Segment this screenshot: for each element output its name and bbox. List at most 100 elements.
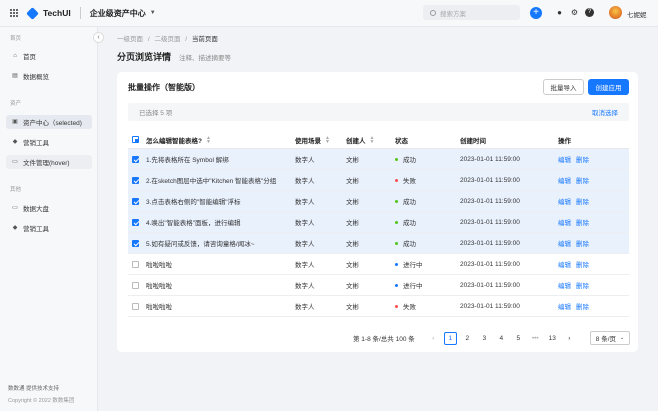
- delete-link[interactable]: 删除: [576, 175, 589, 185]
- checkbox[interactable]: [132, 260, 139, 268]
- sidebar-item-overview[interactable]: ▤ 数据概览: [6, 69, 92, 83]
- sidebar-item-home[interactable]: ⌂ 首页: [6, 49, 92, 63]
- cell-time: 2023-01-01 11:59:00: [460, 176, 520, 184]
- edit-link[interactable]: 编辑: [558, 259, 571, 269]
- sidebar-item-label: 文件管理(hover): [23, 160, 70, 167]
- checkbox[interactable]: [132, 197, 139, 205]
- add-icon[interactable]: +: [530, 7, 542, 19]
- sidebar-item-dashboard[interactable]: ▭ 数据大盘: [6, 201, 92, 215]
- delete-link[interactable]: 删除: [576, 238, 589, 248]
- table-row[interactable]: 啦啦啦啦 数字人 文彬 进行中 2023-01-01 11:59:00 编辑 删除: [128, 254, 629, 275]
- sidebar-item-marketing-2[interactable]: ◆ 营销工具: [6, 221, 92, 235]
- table-card: 批量操作（智能版） 批量导入 创建应用 已选择 5 项 取消选择 怎么编辑智能表…: [117, 72, 638, 352]
- app-title[interactable]: 企业级资产中心: [90, 8, 146, 19]
- checkbox[interactable]: [132, 302, 139, 310]
- delete-link[interactable]: 删除: [576, 154, 589, 164]
- sort-icon[interactable]: ▲ ▼: [370, 135, 375, 144]
- checkbox[interactable]: [132, 155, 139, 163]
- header-name[interactable]: 怎么编辑智能表格? ▲ ▼: [146, 131, 211, 148]
- edit-link[interactable]: 编辑: [558, 196, 571, 206]
- edit-link[interactable]: 编辑: [558, 154, 571, 164]
- row-checkbox[interactable]: [132, 275, 139, 295]
- page-1[interactable]: 1: [443, 331, 457, 345]
- create-app-button[interactable]: 创建应用: [588, 79, 629, 95]
- cell-status: 失败: [395, 296, 416, 316]
- next-page-icon[interactable]: ›: [563, 332, 576, 345]
- sidebar-item-files[interactable]: ▭ 文件管理(hover): [6, 155, 92, 169]
- chevron-down-icon[interactable]: ▼: [150, 10, 156, 16]
- prev-page-icon[interactable]: ‹: [427, 332, 440, 345]
- search-input[interactable]: 搜索方案: [423, 5, 520, 20]
- sidebar-item-label: 数据概览: [23, 74, 49, 81]
- home-icon: ⌂: [13, 53, 17, 59]
- sort-icon[interactable]: ▲ ▼: [325, 135, 330, 144]
- help-icon[interactable]: ?: [585, 8, 594, 17]
- sort-icon[interactable]: ▲ ▼: [206, 135, 211, 144]
- page-13[interactable]: 13: [546, 332, 559, 345]
- page-size-select[interactable]: 8 条/页 ⌄: [589, 331, 631, 345]
- sidebar-item-marketing[interactable]: ◆ 营销工具: [6, 135, 92, 149]
- table-row[interactable]: 5.如有疑问或反馈，请咨询童格/闻冰~ 数字人 文彬 成功 2023-01-01 11:…: [128, 233, 629, 254]
- row-checkbox[interactable]: [132, 170, 139, 190]
- delete-link[interactable]: 删除: [576, 280, 589, 290]
- page-ellipsis[interactable]: •••: [529, 332, 542, 345]
- row-checkbox[interactable]: [132, 296, 139, 316]
- row-checkbox[interactable]: [132, 149, 139, 169]
- row-checkbox[interactable]: [132, 233, 139, 253]
- logo: TechUI: [26, 6, 71, 20]
- cell-time: 2023-01-01 11:59:00: [460, 155, 520, 163]
- edit-link[interactable]: 编辑: [558, 217, 571, 227]
- avatar[interactable]: [609, 6, 622, 19]
- delete-link[interactable]: 删除: [576, 217, 589, 227]
- breadcrumb-item[interactable]: 一级页面: [117, 36, 143, 43]
- breadcrumb-item[interactable]: 二级页面: [154, 36, 180, 43]
- checkbox[interactable]: [132, 239, 139, 247]
- table-row[interactable]: 啦啦啦啦 数字人 文彬 进行中 2023-01-01 11:59:00 编辑 删除: [128, 275, 629, 296]
- row-checkbox[interactable]: [132, 212, 139, 232]
- table-row[interactable]: 3.点击表格右侧的"智能编辑"浮标 数字人 文彬 成功 2023-01-01 11:59…: [128, 191, 629, 212]
- delete-link[interactable]: 删除: [576, 259, 589, 269]
- delete-link[interactable]: 删除: [576, 301, 589, 311]
- import-button[interactable]: 批量导入: [543, 79, 584, 95]
- row-checkbox[interactable]: [132, 191, 139, 211]
- page-5[interactable]: 5: [512, 332, 525, 345]
- header-creator[interactable]: 创建人 ▲ ▼: [346, 131, 374, 148]
- cancel-selection-link[interactable]: 取消选择: [592, 107, 618, 117]
- bell-icon[interactable]: ●: [555, 8, 564, 17]
- edit-link[interactable]: 编辑: [558, 238, 571, 248]
- edit-link[interactable]: 编辑: [558, 280, 571, 290]
- table-row[interactable]: 1.先将表格所在 Symbol 解绑 数字人 文彬 成功 2023-01-01 11:5…: [128, 149, 629, 170]
- cell-actions: 编辑 删除: [558, 149, 594, 169]
- sidebar-item-assets[interactable]: ▣ 资产中心（selected): [6, 115, 92, 129]
- status-text: 成功: [403, 220, 416, 227]
- page-3[interactable]: 3: [478, 332, 491, 345]
- header-scene[interactable]: 使用场景 ▲ ▼: [295, 131, 330, 148]
- collapse-sidebar-icon[interactable]: ‹: [93, 32, 104, 43]
- cell-creator: 文彬: [346, 220, 359, 227]
- app-grid-icon[interactable]: [10, 9, 18, 17]
- edit-link[interactable]: 编辑: [558, 301, 571, 311]
- page-size-value: 8 条/页: [595, 336, 617, 343]
- settings-icon[interactable]: ⚙: [570, 8, 579, 17]
- status-text: 成功: [403, 199, 416, 206]
- cell-name: 4.唤出"智能表格"面板，进行编辑: [146, 220, 241, 227]
- user-name[interactable]: 七妮妮: [627, 9, 647, 19]
- cell-status: 成功: [395, 149, 416, 169]
- checkbox[interactable]: [132, 281, 139, 289]
- edit-link[interactable]: 编辑: [558, 175, 571, 185]
- delete-link[interactable]: 删除: [576, 196, 589, 206]
- select-all-checkbox[interactable]: [132, 131, 139, 148]
- cell-time: 2023-01-01 11:59:00: [460, 260, 520, 268]
- page-2[interactable]: 2: [461, 332, 474, 345]
- checkbox[interactable]: [132, 176, 139, 184]
- checkbox[interactable]: [132, 136, 139, 143]
- status-dot-icon: [395, 199, 398, 203]
- cell-status: 成功: [395, 191, 416, 211]
- table-row[interactable]: 啦啦啦啦 数字人 文彬 失败 2023-01-01 11:59:00 编辑 删除: [128, 296, 629, 317]
- table-row[interactable]: 2.在sketch图层中选中"Kitchen 智能表格"分组 数字人 文彬 失败 202…: [128, 170, 629, 191]
- status-text: 成功: [403, 241, 416, 248]
- row-checkbox[interactable]: [132, 254, 139, 274]
- page-4[interactable]: 4: [495, 332, 508, 345]
- table-row[interactable]: 4.唤出"智能表格"面板，进行编辑 数字人 文彬 成功 2023-01-01 11:59…: [128, 212, 629, 233]
- checkbox[interactable]: [132, 218, 139, 226]
